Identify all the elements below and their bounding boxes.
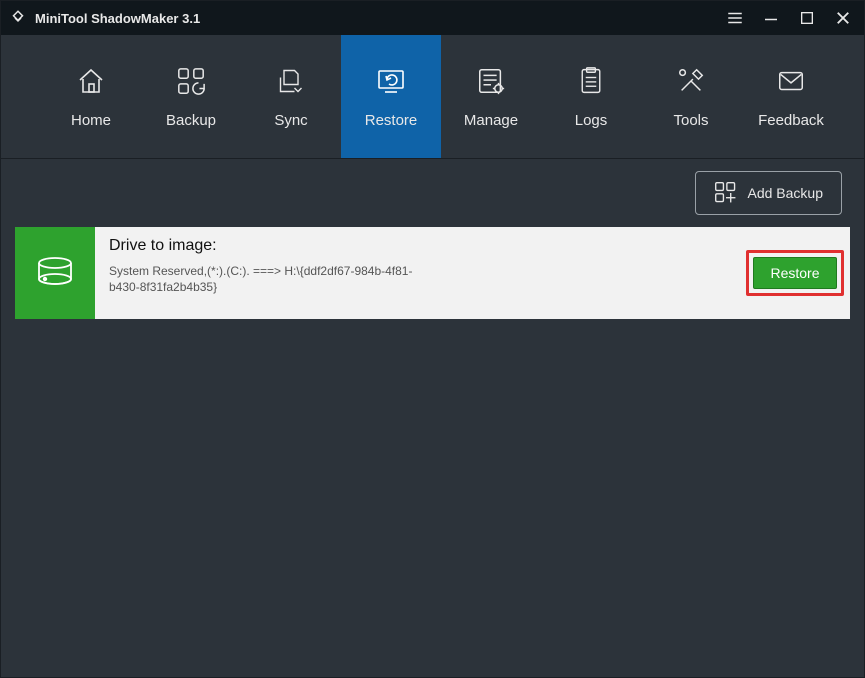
tab-label: Sync: [274, 112, 307, 129]
content-area: Drive to image: System Reserved,(*:).(C:…: [1, 227, 864, 677]
app-logo-icon: [9, 9, 27, 27]
tab-logs[interactable]: Logs: [541, 35, 641, 158]
tab-restore[interactable]: Restore: [341, 35, 441, 158]
restore-button[interactable]: Restore: [753, 257, 836, 289]
tab-label: Manage: [464, 112, 518, 129]
home-icon: [74, 64, 108, 98]
feedback-icon: [774, 64, 808, 98]
tab-label: Tools: [673, 112, 708, 129]
app-window: MiniTool ShadowMaker 3.1 Home: [0, 0, 865, 678]
sync-icon: [274, 64, 308, 98]
window-controls: [726, 9, 852, 27]
backup-icon: [174, 64, 208, 98]
app-title: MiniTool ShadowMaker 3.1: [35, 11, 726, 26]
tab-home[interactable]: Home: [41, 35, 141, 158]
card-body: Drive to image: System Reserved,(*:).(C:…: [95, 227, 740, 319]
tab-tools[interactable]: Tools: [641, 35, 741, 158]
minimize-icon[interactable]: [762, 9, 780, 27]
tab-manage[interactable]: Manage: [441, 35, 541, 158]
manage-icon: [474, 64, 508, 98]
tab-label: Feedback: [758, 112, 824, 129]
tab-feedback[interactable]: Feedback: [741, 35, 841, 158]
backup-card: Drive to image: System Reserved,(*:).(C:…: [15, 227, 850, 319]
tab-sync[interactable]: Sync: [241, 35, 341, 158]
toolbar: Add Backup: [1, 159, 864, 227]
maximize-icon[interactable]: [798, 9, 816, 27]
close-icon[interactable]: [834, 9, 852, 27]
restore-highlight: Restore: [746, 250, 843, 296]
add-backup-icon: [714, 181, 738, 205]
card-detail: System Reserved,(*:).(C:). ===> H:\{ddf2…: [109, 263, 429, 295]
card-actions: Restore: [740, 227, 850, 319]
navbar: Home Backup Sync Restore Manage: [1, 35, 864, 159]
tools-icon: [674, 64, 708, 98]
drive-thumb: [15, 227, 95, 319]
logs-icon: [574, 64, 608, 98]
titlebar: MiniTool ShadowMaker 3.1: [1, 1, 864, 35]
add-backup-button[interactable]: Add Backup: [695, 171, 843, 215]
menu-icon[interactable]: [726, 9, 744, 27]
card-heading: Drive to image:: [109, 237, 726, 255]
tab-label: Logs: [575, 112, 608, 129]
tab-label: Home: [71, 112, 111, 129]
tab-label: Restore: [365, 112, 418, 129]
restore-icon: [374, 64, 408, 98]
drive-icon: [31, 249, 79, 297]
add-backup-label: Add Backup: [748, 185, 824, 201]
tab-label: Backup: [166, 112, 216, 129]
tab-backup[interactable]: Backup: [141, 35, 241, 158]
